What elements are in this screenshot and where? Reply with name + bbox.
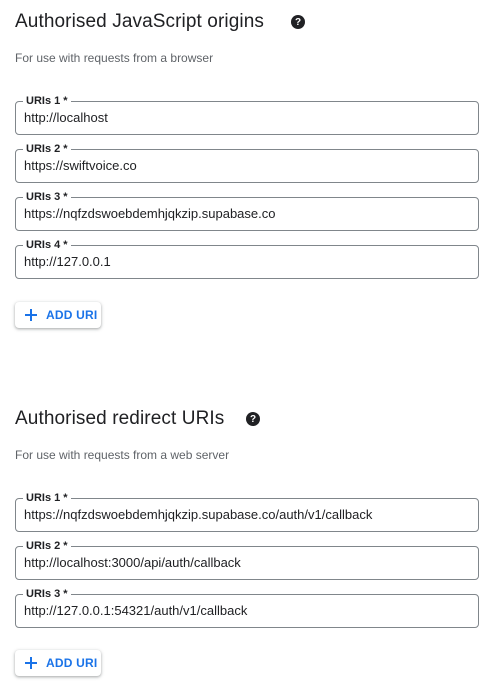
field-label: URIs 3 * [23, 190, 71, 204]
js-origin-uri-field-4[interactable]: URIs 4 * http://127.0.0.1 [15, 238, 479, 279]
add-redirect-uri-button[interactable]: ADD URI [15, 650, 101, 676]
js-origin-uri-field-1[interactable]: URIs 1 * http://localhost [15, 94, 479, 135]
js-origins-subtitle: For use with requests from a browser [15, 51, 214, 65]
field-value[interactable]: https://nqfzdswoebdemhjqkzip.supabase.co [24, 206, 276, 222]
field-label: URIs 1 * [23, 491, 71, 505]
field-label: URIs 3 * [23, 587, 71, 601]
js-origin-uri-field-3[interactable]: URIs 3 * https://nqfzdswoebdemhjqkzip.su… [15, 190, 479, 231]
redirect-uris-subtitle: For use with requests from a web server [15, 448, 230, 462]
redirect-uri-field-2[interactable]: URIs 2 * http://localhost:3000/api/auth/… [15, 539, 479, 580]
add-js-origin-uri-button[interactable]: ADD URI [15, 302, 101, 328]
field-value[interactable]: http://127.0.0.1 [24, 254, 111, 270]
field-value[interactable]: http://localhost [24, 110, 108, 126]
field-value[interactable]: http://127.0.0.1:54321/auth/v1/callback [24, 603, 247, 619]
plus-icon [25, 309, 37, 321]
help-icon[interactable]: ? [246, 412, 260, 426]
add-uri-label: ADD URI [46, 656, 98, 670]
field-value[interactable]: https://nqfzdswoebdemhjqkzip.supabase.co… [24, 507, 372, 523]
js-origins-title: Authorised JavaScript origins [15, 11, 264, 32]
plus-icon [25, 657, 37, 669]
add-uri-label: ADD URI [46, 308, 98, 322]
field-label: URIs 1 * [23, 94, 71, 108]
field-label: URIs 2 * [23, 539, 71, 553]
field-value[interactable]: https://swiftvoice.co [24, 158, 137, 174]
help-icon[interactable]: ? [291, 15, 305, 29]
js-origin-uri-field-2[interactable]: URIs 2 * https://swiftvoice.co [15, 142, 479, 183]
redirect-uri-field-1[interactable]: URIs 1 * https://nqfzdswoebdemhjqkzip.su… [15, 491, 479, 532]
redirect-uri-field-3[interactable]: URIs 3 * http://127.0.0.1:54321/auth/v1/… [15, 587, 479, 628]
field-label: URIs 4 * [23, 238, 71, 252]
field-value[interactable]: http://localhost:3000/api/auth/callback [24, 555, 241, 571]
field-label: URIs 2 * [23, 142, 71, 156]
redirect-uris-title: Authorised redirect URIs [15, 408, 225, 429]
